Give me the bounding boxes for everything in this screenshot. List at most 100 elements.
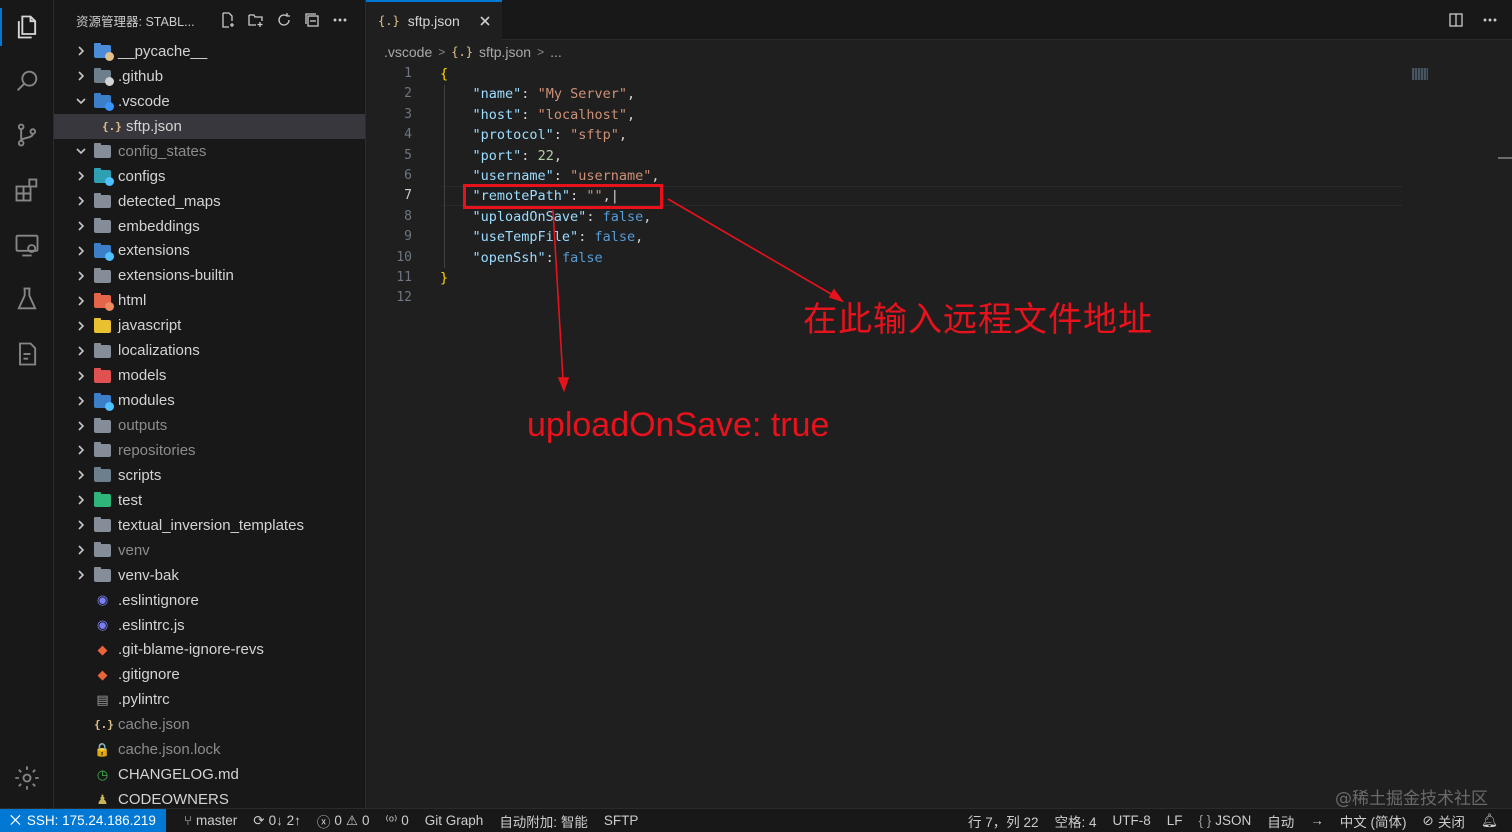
auto-attach-button[interactable]: 自动附加: 智能 [491, 811, 596, 831]
branch-indicator[interactable]: ⑂ master [176, 813, 245, 828]
code-line[interactable]: "host": "localhost", [440, 105, 659, 125]
git-graph-button[interactable]: Git Graph [417, 813, 492, 828]
new-folder-icon[interactable] [247, 11, 265, 29]
code-line[interactable]: "protocol": "sftp", [440, 125, 659, 145]
auto-mode[interactable]: 自动 [1259, 811, 1302, 831]
chevron-right-icon[interactable] [74, 493, 88, 507]
chevron-right-icon[interactable] [74, 568, 88, 582]
tree-folder[interactable]: modules [54, 388, 365, 413]
problems-indicator[interactable]: ⓧ 0 ⚠ 0 [309, 811, 378, 831]
chevron-down-icon[interactable] [74, 144, 88, 158]
tree-folder[interactable]: scripts [54, 463, 365, 488]
chevron-right-icon[interactable] [74, 194, 88, 208]
encoding[interactable]: UTF-8 [1104, 813, 1158, 828]
tree-file[interactable]: {.} sftp.json [54, 113, 365, 139]
tree-file[interactable]: 🔒 cache.json.lock [54, 737, 365, 762]
tree-folder[interactable]: .vscode [54, 89, 365, 114]
chevron-right-icon[interactable] [74, 443, 88, 457]
chevron-down-icon[interactable] [74, 94, 88, 108]
tree-folder[interactable]: venv-bak [54, 563, 365, 588]
chevron-right-icon[interactable] [74, 394, 88, 408]
tree-folder[interactable]: detected_maps [54, 189, 365, 214]
sync-indicator[interactable]: ⟳ 0↓ 2↑ [245, 813, 309, 829]
tree-folder[interactable]: configs [54, 164, 365, 189]
tree-folder[interactable]: extensions [54, 239, 365, 264]
tree-folder[interactable]: javascript [54, 313, 365, 338]
tree-folder[interactable]: .github [54, 64, 365, 89]
tree-folder[interactable]: html [54, 288, 365, 313]
chevron-right-icon[interactable] [74, 244, 88, 258]
close-indicator[interactable]: ⊘ 关闭 [1415, 811, 1473, 831]
chevron-right-icon[interactable] [74, 419, 88, 433]
scrollbar-marker[interactable] [1498, 157, 1512, 159]
tree-folder[interactable]: localizations [54, 338, 365, 363]
end-of-line[interactable]: LF [1159, 813, 1191, 828]
code-line[interactable]: { [440, 64, 659, 84]
more-actions-icon[interactable] [1480, 10, 1500, 30]
tree-file[interactable]: ◆ .gitignore [54, 662, 365, 687]
tree-file[interactable]: {.} cache.json [54, 712, 365, 737]
refresh-icon[interactable] [275, 11, 293, 29]
tree-folder[interactable]: embeddings [54, 214, 365, 239]
code-line[interactable]: "name": "My Server", [440, 84, 659, 104]
chevron-right-icon[interactable] [74, 44, 88, 58]
indentation[interactable]: 空格: 4 [1046, 811, 1104, 831]
chevron-right-icon[interactable] [74, 369, 88, 383]
tree-folder[interactable]: venv [54, 538, 365, 563]
testing-flask-icon[interactable] [12, 284, 42, 314]
code-line[interactable]: "openSsh": false [440, 248, 659, 268]
chevron-right-icon[interactable] [74, 219, 88, 233]
source-control-icon[interactable] [12, 120, 42, 150]
code-line[interactable]: "port": 22, [440, 146, 659, 166]
code-line[interactable]: "uploadOnSave": false, [440, 207, 659, 227]
code-line[interactable] [440, 288, 659, 308]
chevron-right-icon[interactable] [74, 294, 88, 308]
close-icon[interactable] [476, 12, 494, 30]
remote-explorer-icon[interactable] [12, 230, 42, 260]
breadcrumb-file[interactable]: sftp.json [479, 44, 531, 60]
tree-folder[interactable]: models [54, 363, 365, 388]
new-file-icon[interactable] [219, 11, 237, 29]
search-icon[interactable] [12, 66, 42, 96]
chevron-right-icon[interactable] [74, 319, 88, 333]
remote-indicator[interactable]: ⨉ SSH: 175.24.186.219 [0, 808, 166, 832]
extensions-icon[interactable] [12, 175, 42, 205]
collapse-all-icon[interactable] [303, 11, 321, 29]
code-line[interactable]: "useTempFile": false, [440, 227, 659, 247]
tree-folder[interactable]: repositories [54, 438, 365, 463]
explorer-files-icon[interactable] [12, 12, 42, 42]
cursor-position[interactable]: 行 7，列 22 [960, 811, 1047, 831]
breadcrumb-more[interactable]: ... [550, 44, 562, 60]
locale-indicator[interactable]: 中文 (简体) [1332, 811, 1415, 831]
tree-file[interactable]: ◉ .eslintignore [54, 588, 365, 613]
sftp-button[interactable]: SFTP [596, 813, 647, 828]
chevron-right-icon[interactable] [74, 543, 88, 557]
tree-folder[interactable]: test [54, 488, 365, 513]
more-actions-icon[interactable] [331, 11, 349, 29]
chevron-right-icon[interactable] [74, 269, 88, 283]
chevron-right-icon[interactable] [74, 518, 88, 532]
tree-folder[interactable]: __pycache__ [54, 39, 365, 64]
settings-gear-icon[interactable] [12, 763, 42, 793]
language-mode[interactable]: { } JSON [1191, 813, 1260, 828]
tree-folder[interactable]: textual_inversion_templates [54, 513, 365, 538]
chevron-right-icon[interactable] [74, 344, 88, 358]
sftp-explorer-icon[interactable] [12, 339, 42, 369]
tree-file[interactable]: ♟ CODEOWNERS [54, 787, 365, 808]
ports-indicator[interactable]: ⁽ᵒ⁾ 0 [378, 813, 417, 829]
tree-file[interactable]: ◷ CHANGELOG.md [54, 762, 365, 787]
arrow-right-icon[interactable]: → [1302, 813, 1332, 828]
tree-file[interactable]: ◆ .git-blame-ignore-revs [54, 638, 365, 663]
tree-folder[interactable]: config_states [54, 139, 365, 164]
split-editor-icon[interactable] [1446, 10, 1466, 30]
code-line[interactable]: } [440, 268, 659, 288]
tree-file[interactable]: ▤ .pylintrc [54, 687, 365, 712]
tab-sftp-json[interactable]: {.} sftp.json [366, 0, 502, 40]
minimap[interactable] [1412, 68, 1428, 80]
breadcrumb-folder[interactable]: .vscode [384, 44, 432, 60]
tree-folder[interactable]: outputs [54, 413, 365, 438]
chevron-right-icon[interactable] [74, 468, 88, 482]
tree-folder[interactable]: extensions-builtin [54, 263, 365, 288]
notifications-bell-icon[interactable]: 🔔︎ [1473, 813, 1512, 829]
chevron-right-icon[interactable] [74, 69, 88, 83]
